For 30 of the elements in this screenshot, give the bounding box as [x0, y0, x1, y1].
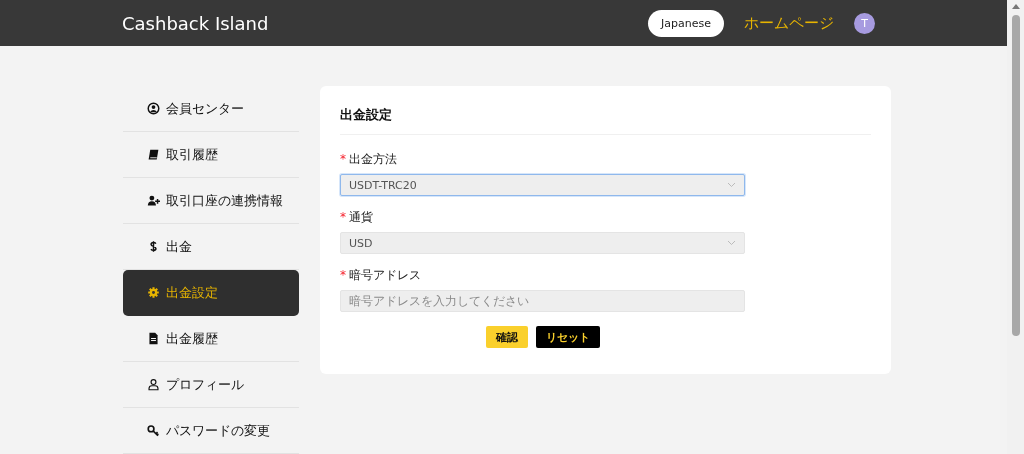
site-title: Cashback Island: [122, 12, 270, 34]
dollar-icon: [147, 240, 160, 253]
confirm-button[interactable]: 確認: [485, 326, 528, 348]
book-icon: [147, 148, 160, 161]
card-title: 出金設定: [340, 86, 871, 135]
sidebar-item[interactable]: 取引口座の連携情報: [123, 178, 299, 224]
sidebar-item[interactable]: 取引履歴: [123, 132, 299, 178]
sidebar-item[interactable]: 会員センター: [123, 86, 299, 132]
field-label: * 暗号アドレス: [340, 267, 422, 284]
caret-icon: [727, 182, 736, 188]
home-link[interactable]: ホームページ: [744, 13, 834, 33]
user-outline-icon: [147, 378, 160, 391]
sidebar-item[interactable]: 出金設定: [123, 270, 299, 316]
field-label: * 出金方法: [340, 151, 398, 168]
reset-button[interactable]: リセット: [535, 326, 600, 348]
user-plus-icon: [147, 194, 160, 207]
sidebar-item[interactable]: 出金履歴: [123, 316, 299, 362]
scroll-up-icon[interactable]: [1011, 4, 1020, 9]
user-circle-icon: [147, 102, 160, 115]
language-button[interactable]: Japanese: [648, 9, 724, 37]
select-field[interactable]: USD: [340, 232, 745, 254]
gear-icon: [147, 286, 160, 299]
key-icon: [147, 424, 160, 437]
select-field[interactable]: USDT-TRC20: [340, 174, 745, 196]
caret-icon: [727, 240, 736, 246]
document-icon: [147, 332, 160, 345]
scrollbar-thumb[interactable]: [1011, 15, 1020, 336]
sidebar-item[interactable]: パスワードの変更: [123, 408, 299, 454]
sidebar-item[interactable]: プロフィール: [123, 362, 299, 408]
field-label: * 通貨: [340, 209, 374, 226]
